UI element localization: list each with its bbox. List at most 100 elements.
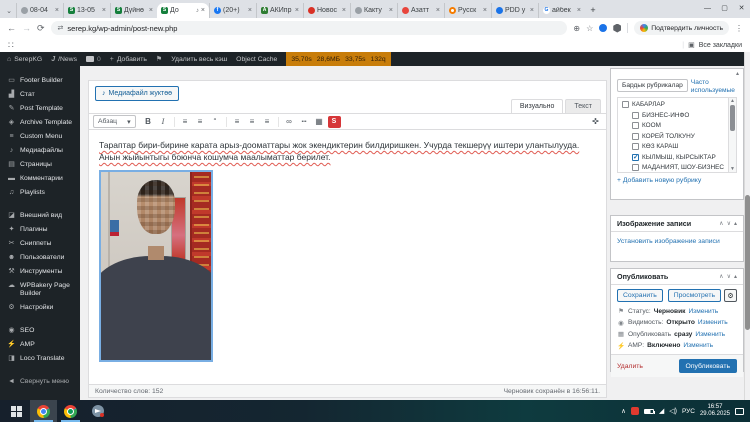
notification-center-icon[interactable] xyxy=(735,408,744,415)
browser-tab[interactable]: AАКИпр× xyxy=(256,3,303,18)
admin-bar-theme[interactable]: J/News xyxy=(51,56,77,63)
tab-all-categories[interactable]: Бардык рубрикалар xyxy=(617,79,688,92)
sidebar-item-stats[interactable]: ▟Стат xyxy=(0,88,80,102)
browser-tab[interactable]: SДүйнө× xyxy=(110,3,157,18)
checkbox[interactable] xyxy=(622,101,629,108)
link-button[interactable]: ∞ xyxy=(283,115,296,128)
back-icon[interactable]: ← xyxy=(7,23,16,33)
admin-bar-new[interactable]: +Добавить xyxy=(110,56,147,63)
edit-status-link[interactable]: Изменить xyxy=(688,308,718,315)
sidebar-item-appearance[interactable]: ◪Внешний вид xyxy=(0,209,80,223)
add-media-button[interactable]: ♪ Медиафайл жуктөө xyxy=(95,86,179,101)
query-monitor-badge[interactable]: 35,70s 28,6МБ 33,75s 132q xyxy=(286,52,390,66)
list-scrollbar[interactable]: ▲ ▼ xyxy=(728,98,736,172)
maximize-button[interactable]: ▢ xyxy=(716,0,733,18)
tab-close-icon[interactable]: × xyxy=(483,7,487,14)
tab-close-icon[interactable]: × xyxy=(436,7,440,14)
move-up-icon[interactable]: ∧ xyxy=(719,273,723,280)
tab-close-icon[interactable]: × xyxy=(295,7,299,14)
scrollbar-thumb[interactable] xyxy=(745,195,750,330)
more-tag-button[interactable]: ┅ xyxy=(298,115,311,128)
italic-button[interactable]: I xyxy=(157,115,170,128)
network-icon[interactable]: ◢ xyxy=(659,407,664,415)
tab-most-used[interactable]: Часто используемые xyxy=(691,79,735,95)
sidebar-item-wpbakery[interactable]: ☁WPBakery Page Builder xyxy=(0,279,80,301)
browser-tab[interactable]: Азатт× xyxy=(397,3,444,18)
volume-icon[interactable]: ◁) xyxy=(669,407,677,415)
editor-body[interactable]: Тараптар бири-бирине карата арыз-дооматт… xyxy=(89,130,606,384)
reload-icon[interactable]: ⟳ xyxy=(37,23,45,34)
sidebar-item-pages[interactable]: ▤Страницы xyxy=(0,158,80,172)
blockquote-button[interactable]: “ xyxy=(209,115,222,128)
browser-tab[interactable]: f(20+)× xyxy=(209,3,256,18)
category-item-checked[interactable]: КЫЛМЫШ, КЫРСЫКТАР xyxy=(632,154,725,161)
tray-app-icon[interactable] xyxy=(631,407,639,415)
tab-audio-icon[interactable]: ♪ xyxy=(196,8,199,14)
address-bar[interactable]: ⇄ serep.kg/wp-admin/post-new.php xyxy=(51,21,568,35)
sidebar-item-custom-menu[interactable]: ≡Custom Menu xyxy=(0,130,80,144)
media-control-icon[interactable] xyxy=(599,24,607,32)
tab-close-icon[interactable]: × xyxy=(102,7,106,14)
sidebar-item-playlists[interactable]: ♫Playlists xyxy=(0,186,80,200)
browser-menu-icon[interactable]: ⋮ xyxy=(735,24,743,33)
close-button[interactable]: ✕ xyxy=(733,0,750,18)
tab-search-chevron-icon[interactable]: ⌄ xyxy=(2,4,16,18)
category-item[interactable]: КӨЗ КАРАШ xyxy=(632,143,725,150)
extension-icon[interactable] xyxy=(613,24,621,33)
language-indicator[interactable]: РУС xyxy=(682,408,695,415)
browser-tab[interactable]: Новос× xyxy=(303,3,350,18)
apps-grid-icon[interactable]: ∷ xyxy=(8,40,14,51)
sidebar-item-footer-builder[interactable]: ▭Footer Builder xyxy=(0,74,80,88)
category-item[interactable]: БИЗНЕС-ИНФО xyxy=(632,112,725,119)
minimize-button[interactable]: — xyxy=(699,0,716,18)
save-draft-button[interactable]: Сохранить xyxy=(617,289,663,302)
align-right-button[interactable]: ≡ xyxy=(261,115,274,128)
taskbar-messenger[interactable] xyxy=(84,400,111,422)
move-down-icon[interactable]: ∨ xyxy=(727,220,731,227)
publish-button[interactable]: Опубликовать xyxy=(679,359,737,373)
edit-schedule-link[interactable]: Изменить xyxy=(695,331,725,338)
clock[interactable]: 16:57 29.06.2025 xyxy=(700,404,730,418)
checkbox[interactable] xyxy=(632,133,639,140)
scroll-down-icon[interactable]: ▼ xyxy=(729,166,736,172)
admin-bar-object-cache[interactable]: Object Cache xyxy=(236,56,277,63)
format-dropdown[interactable]: Абзац▾ xyxy=(93,115,136,128)
bold-button[interactable]: B xyxy=(142,115,155,128)
tab-close-icon[interactable]: × xyxy=(55,7,59,14)
category-item[interactable]: МАДАНИЯТ, ШОУ-БИЗНЕС xyxy=(632,164,725,171)
post-photo[interactable] xyxy=(99,170,213,362)
bookmark-star-icon[interactable]: ☆ xyxy=(586,24,593,33)
browser-tab[interactable]: PDD у× xyxy=(491,3,538,18)
tab-close-icon[interactable]: × xyxy=(530,7,534,14)
admin-bar-site[interactable]: ⌂SerepKG xyxy=(7,56,42,63)
sidebar-item-archive-template[interactable]: ◈Archive Template xyxy=(0,116,80,130)
move-down-icon[interactable]: ∨ xyxy=(727,273,731,280)
preview-button[interactable]: Просмотреть xyxy=(668,289,721,302)
tab-close-icon[interactable]: × xyxy=(342,7,346,14)
start-button[interactable] xyxy=(3,400,30,422)
tab-close-icon[interactable]: × xyxy=(248,7,252,14)
sidebar-item-media[interactable]: ♪Медиафайлы xyxy=(0,144,80,158)
panel-toggle-icon[interactable]: ▴ xyxy=(734,220,737,227)
move-up-icon[interactable]: ∧ xyxy=(719,220,723,227)
add-category-link[interactable]: + Добавить новую рубрику xyxy=(611,173,743,188)
checkbox[interactable] xyxy=(632,122,639,129)
toolbar-toggle-button[interactable]: ▦ xyxy=(313,115,326,128)
category-item[interactable]: КОРЕЙ ТОЛКУНУ xyxy=(632,133,725,140)
sidebar-item-amp[interactable]: ⚡AMP xyxy=(0,338,80,352)
browser-tab[interactable]: 08-04× xyxy=(16,3,63,18)
panel-toggle-icon[interactable]: ▴ xyxy=(734,273,737,280)
taskbar-browser-2[interactable] xyxy=(57,400,84,422)
verify-identity-button[interactable]: Подтвердить личность xyxy=(634,21,729,35)
set-featured-image-link[interactable]: Установить изображение записи xyxy=(611,232,743,251)
edit-visibility-link[interactable]: Изменить xyxy=(698,319,728,326)
tab-close-icon[interactable]: × xyxy=(577,7,581,14)
browser-tab[interactable]: Какту× xyxy=(350,3,397,18)
browser-scrollbar[interactable] xyxy=(744,52,750,400)
tab-close-icon[interactable]: × xyxy=(389,7,393,14)
panel-toggle-icon[interactable]: ▴ xyxy=(736,70,739,77)
numbered-list-button[interactable]: ≡ xyxy=(194,115,207,128)
category-item[interactable]: КООМ xyxy=(632,122,725,129)
admin-bar-flag[interactable]: ⚑ xyxy=(156,55,162,63)
admin-bar-comments[interactable]: 0 xyxy=(86,56,101,63)
